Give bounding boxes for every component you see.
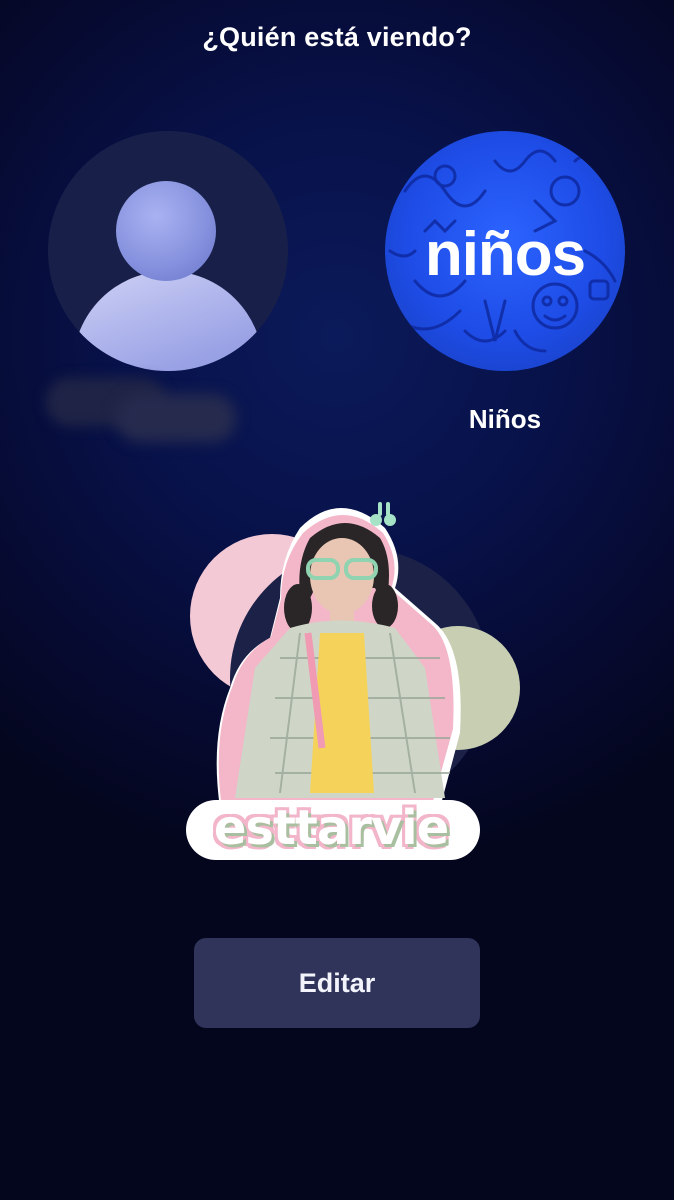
pigtail-right — [372, 584, 398, 628]
bow-accent — [370, 502, 396, 526]
edit-button[interactable]: Editar — [194, 938, 480, 1028]
person-body-shape — [73, 271, 263, 371]
profile-avatar-primary[interactable] — [48, 131, 288, 371]
person-avatar-icon — [116, 181, 216, 281]
blur-patch — [116, 394, 236, 442]
page-title: ¿Quién está viendo? — [202, 22, 472, 52]
profile-name-blurred[interactable] — [46, 378, 238, 444]
sticker-label-text: esttarvie — [213, 800, 449, 856]
profile-avatar-kids[interactable]: niños — [385, 131, 625, 371]
profile-name-kids[interactable]: Niños — [385, 404, 625, 435]
kids-avatar-text: niños — [424, 220, 586, 289]
